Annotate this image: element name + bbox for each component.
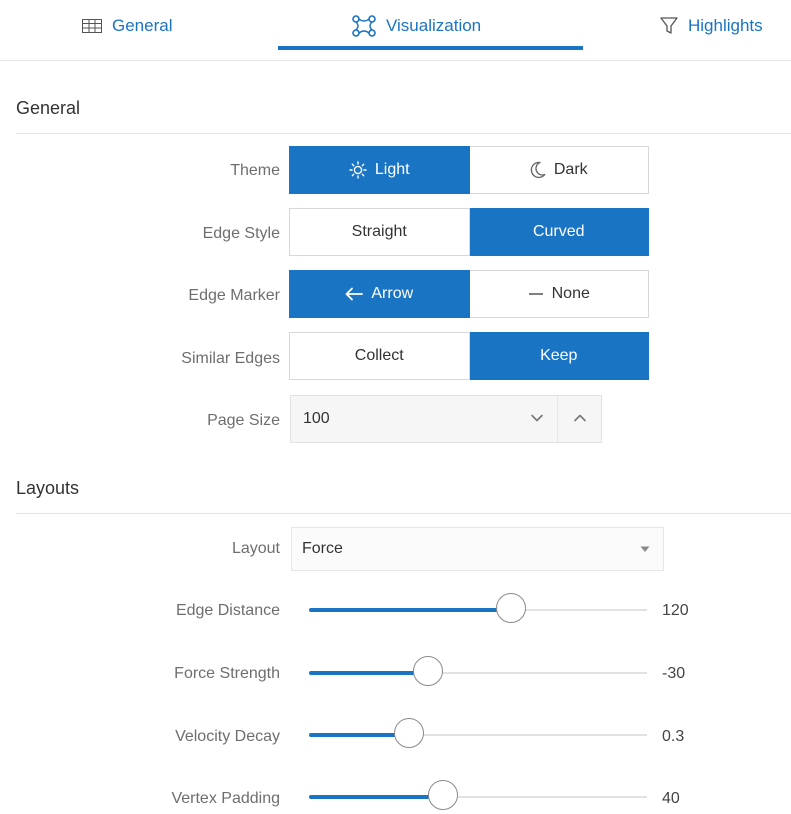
slider-thumb[interactable] — [413, 656, 443, 686]
layout-select[interactable]: Force — [291, 527, 664, 571]
filter-icon — [660, 17, 678, 35]
edge-marker-arrow-button[interactable]: Arrow — [289, 270, 470, 318]
theme-toggle: Light Dark — [289, 146, 649, 194]
similar-edges-toggle: Collect Keep — [289, 332, 649, 380]
layout-label: Layout — [231, 540, 280, 557]
page-size-decrement-button[interactable] — [515, 396, 558, 442]
slider-thumb[interactable] — [394, 718, 424, 748]
chevron-down-icon — [530, 410, 544, 428]
theme-dark-label: Dark — [553, 161, 588, 178]
tab-highlights-label: Highlights — [688, 16, 763, 35]
vertex-padding-slider[interactable] — [309, 780, 647, 814]
table-icon — [82, 19, 102, 33]
edge-style-curved-button[interactable]: Curved — [469, 208, 649, 256]
vertex-padding-value: 40 — [662, 790, 680, 807]
graph-nodes-icon — [352, 15, 376, 37]
arrow-left-icon — [345, 287, 364, 301]
edge-distance-value: 120 — [662, 602, 689, 619]
page-size-label: Page Size — [207, 412, 280, 429]
theme-light-label: Light — [374, 161, 410, 178]
page-size-increment-button[interactable] — [557, 396, 601, 442]
velocity-decay-slider[interactable] — [309, 718, 647, 752]
edge-marker-arrow-label: Arrow — [371, 285, 414, 302]
general-section-divider — [16, 133, 791, 134]
page-size-stepper — [290, 395, 602, 443]
tab-general-label: General — [112, 16, 173, 35]
layouts-section-title: Layouts — [16, 478, 80, 498]
layout-select-value: Force — [302, 540, 343, 557]
edge-marker-none-button[interactable]: None — [469, 270, 649, 318]
force-strength-label: Force Strength — [174, 665, 280, 682]
page-size-input[interactable] — [291, 396, 513, 442]
tab-bar: General Visualization Highlights — [0, 0, 791, 61]
moon-icon — [530, 161, 546, 179]
theme-label: Theme — [230, 162, 280, 179]
tab-highlights[interactable]: Highlights — [660, 0, 763, 52]
similar-edges-label: Similar Edges — [181, 350, 280, 367]
slider-thumb[interactable] — [428, 780, 458, 810]
slider-fill — [309, 795, 444, 799]
similar-edges-collect-button[interactable]: Collect — [289, 332, 470, 380]
edge-style-toggle: Straight Curved — [289, 208, 649, 256]
chevron-up-icon — [573, 410, 587, 428]
edge-style-straight-button[interactable]: Straight — [289, 208, 470, 256]
edge-distance-slider[interactable] — [309, 593, 647, 627]
force-strength-value: -30 — [662, 665, 686, 682]
layouts-section-divider — [16, 513, 791, 514]
tab-general[interactable]: General — [82, 0, 172, 52]
general-section-title: General — [16, 98, 81, 118]
edge-style-label: Edge Style — [202, 225, 280, 242]
velocity-decay-value: 0.3 — [662, 728, 685, 745]
slider-thumb[interactable] — [496, 593, 526, 623]
theme-dark-button[interactable]: Dark — [469, 146, 649, 194]
minus-icon — [528, 292, 544, 296]
edge-marker-toggle: Arrow None — [289, 270, 649, 318]
slider-fill — [309, 671, 429, 675]
selected-tab-indicator — [278, 46, 583, 50]
similar-edges-keep-button[interactable]: Keep — [469, 332, 649, 380]
slider-fill — [309, 608, 512, 612]
tab-visualization-label: Visualization — [386, 16, 482, 35]
tab-visualization[interactable]: Visualization — [352, 0, 481, 52]
edge-distance-label: Edge Distance — [175, 602, 280, 619]
vertex-padding-label: Vertex Padding — [171, 790, 280, 807]
force-strength-slider[interactable] — [309, 656, 647, 690]
sun-icon — [349, 161, 367, 179]
edge-marker-label: Edge Marker — [188, 287, 280, 304]
edge-marker-none-label: None — [551, 285, 590, 302]
velocity-decay-label: Velocity Decay — [175, 728, 280, 745]
caret-down-icon — [639, 541, 651, 559]
theme-light-button[interactable]: Light — [289, 146, 470, 194]
